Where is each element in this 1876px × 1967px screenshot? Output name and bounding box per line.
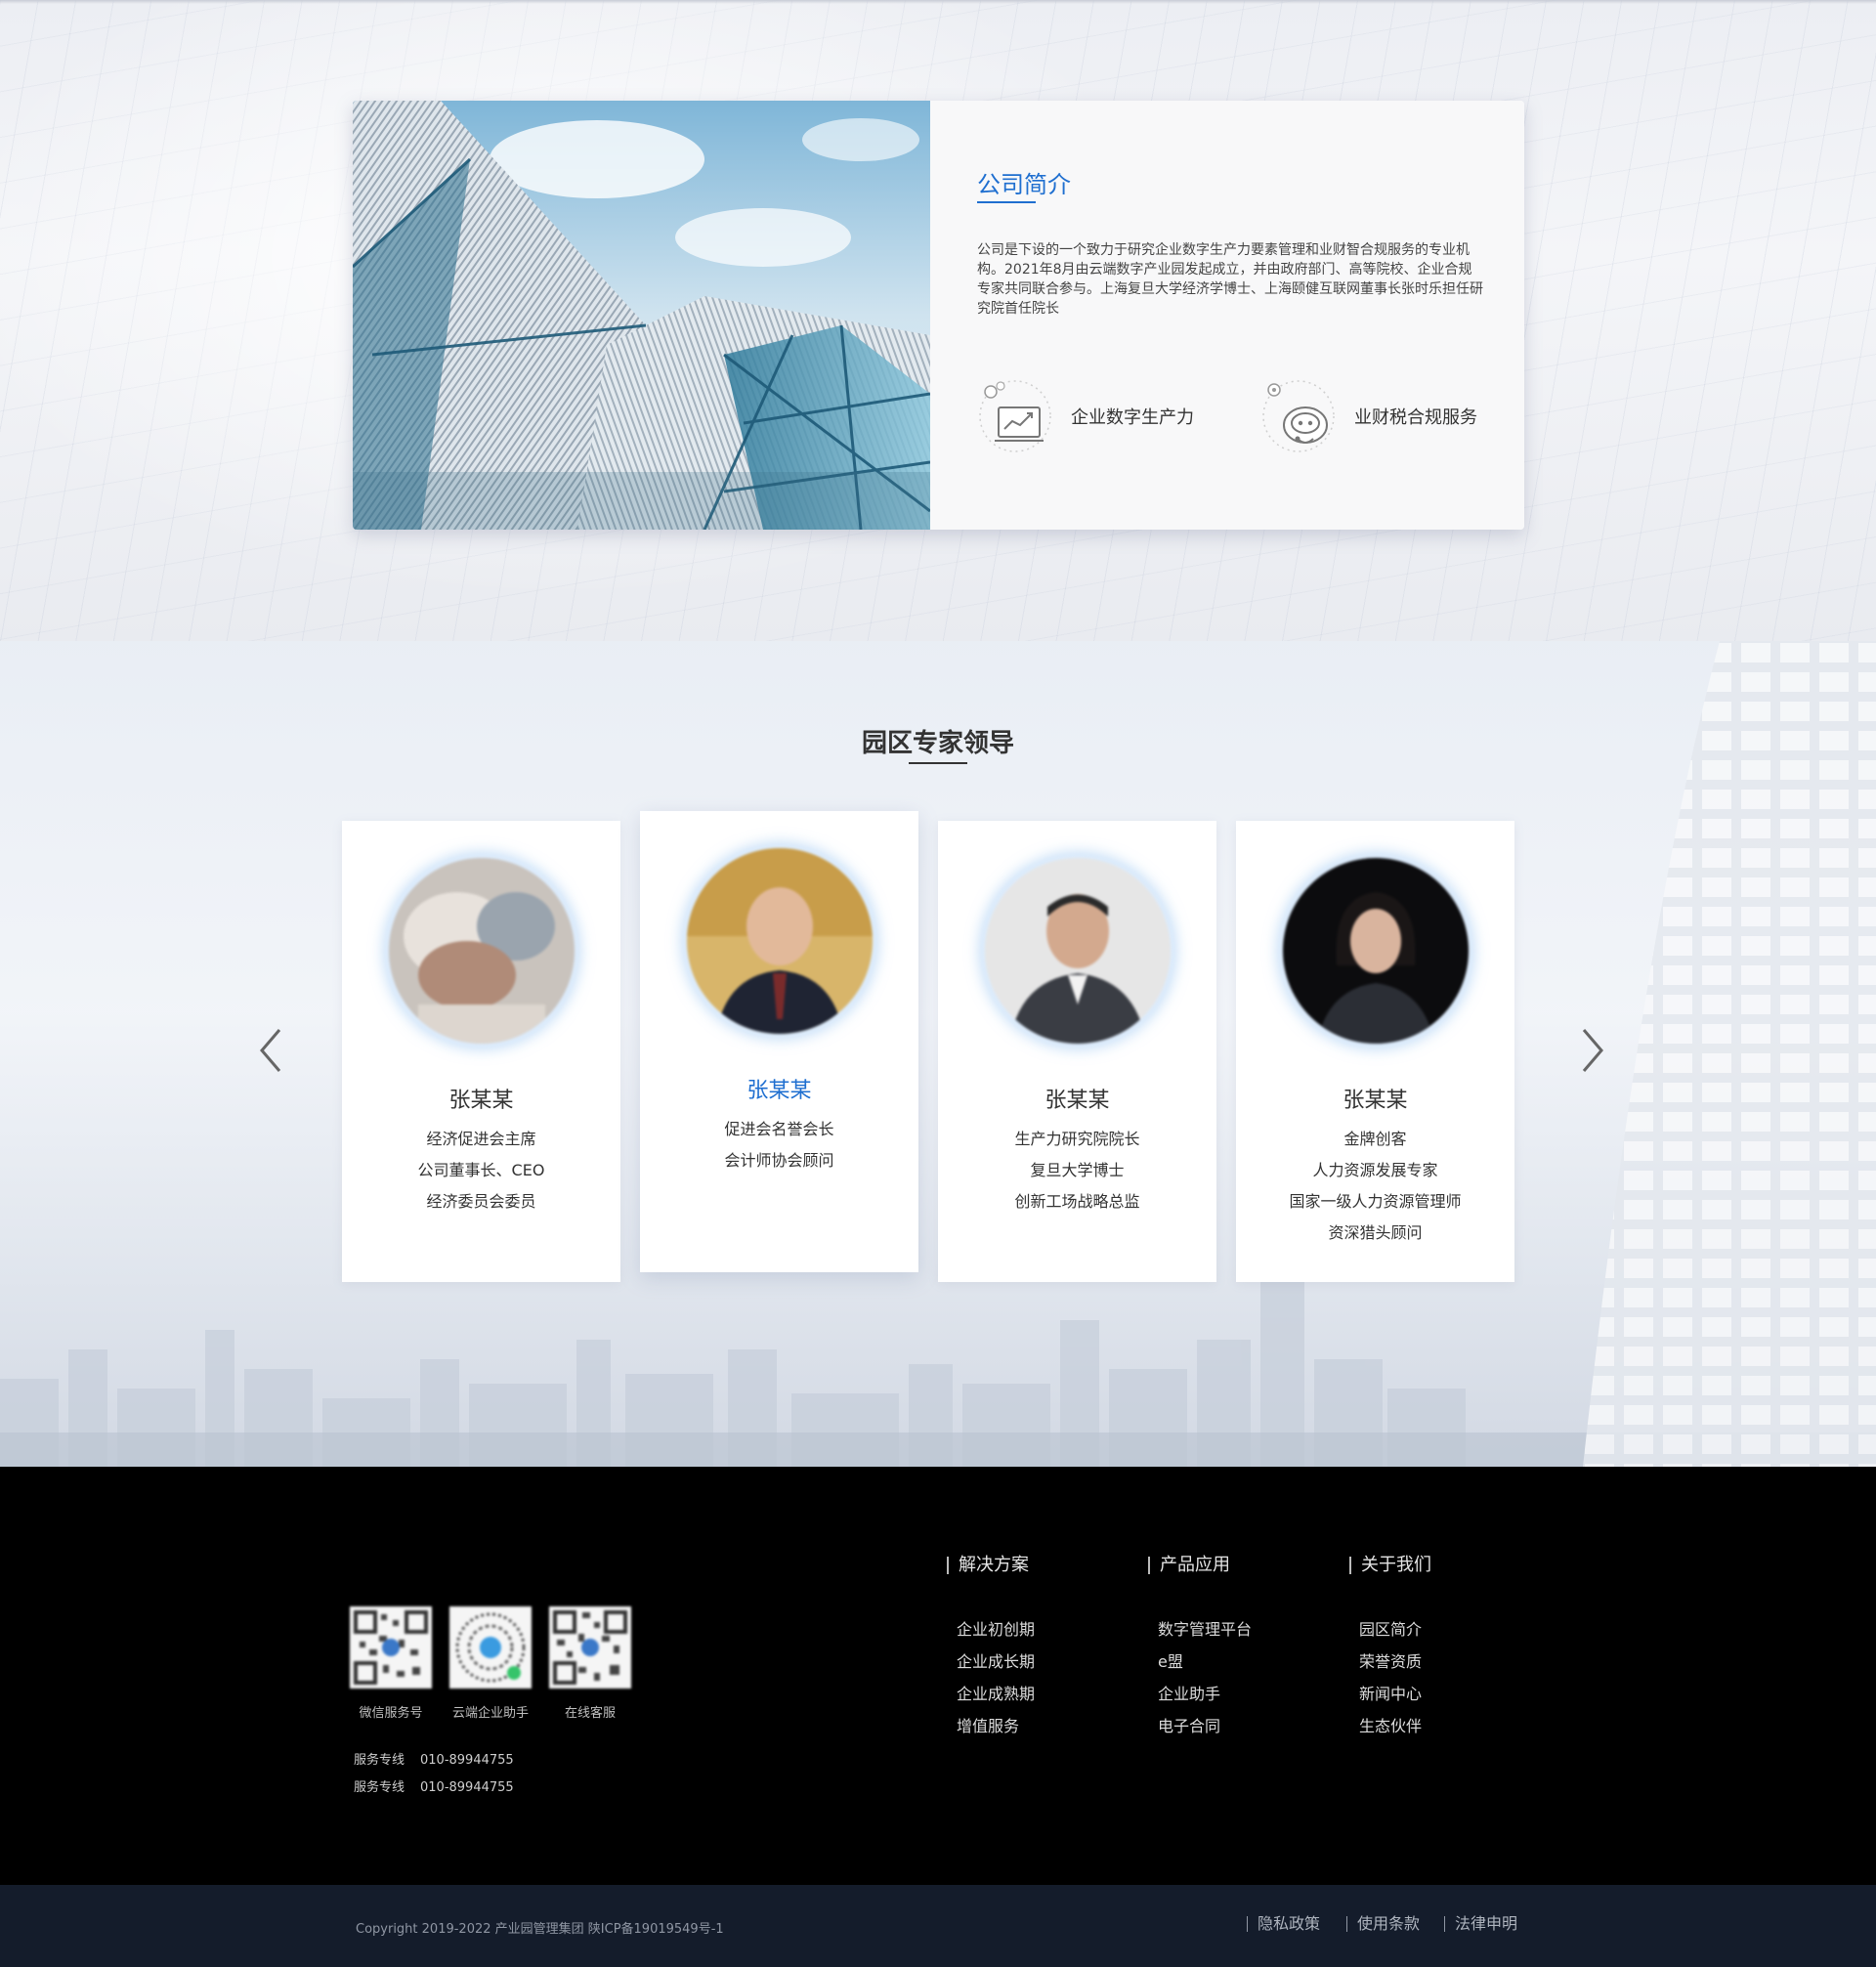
intro-title: 公司简介 (977, 171, 1071, 198)
expert-titles: 促进会名誉会长 会计师协会顾问 (640, 1114, 918, 1176)
experts-title: 园区专家领导 (861, 729, 1014, 758)
legal-notice-link[interactable]: 法律申明 (1444, 1916, 1517, 1932)
footer-link[interactable]: e盟 (1158, 1646, 1324, 1678)
footer-link[interactable]: 数字管理平台 (1158, 1613, 1324, 1646)
qr-label: 在线客服 (564, 1706, 616, 1721)
expert-name: 张某某 (1343, 1089, 1408, 1113)
expert-title-line: 创新工场战略总监 (1014, 1192, 1140, 1211)
company-intro-text: 公司简介 公司是下设的一个致力于研究企业数字生产力要素管理和业财智合规服务的专业… (930, 101, 1524, 530)
company-intro-section: 公司简介 公司是下设的一个致力于研究企业数字生产力要素管理和业财智合规服务的专业… (0, 0, 1876, 641)
expert-titles: 金牌创客 人力资源发展专家 国家一级人力资源管理师 资深猎头顾问 (1236, 1124, 1514, 1249)
footer-column-solutions: 解决方案 企业初创期 企业成长期 企业成熟期 增值服务 (947, 1557, 1123, 1742)
expert-title-line: 促进会名誉会长 (724, 1120, 834, 1138)
carousel-prev-button[interactable] (256, 1026, 285, 1075)
footer-link[interactable]: 企业初创期 (957, 1613, 1123, 1646)
expert-card[interactable]: 张某某 金牌创客 人力资源发展专家 国家一级人力资源管理师 资深猎头顾问 (1236, 821, 1514, 1282)
footer-column-about: 关于我们 园区简介 荣誉资质 新闻中心 生态伙伴 (1349, 1557, 1525, 1742)
footer-link[interactable]: 电子合同 (1158, 1710, 1324, 1742)
service-bot-icon (1260, 378, 1337, 454)
expert-title-line: 公司董事长、CEO (417, 1161, 545, 1179)
hotline-number[interactable]: 010-89944755 (420, 1780, 514, 1795)
expert-name: 张某某 (746, 1079, 812, 1103)
expert-title-line: 人力资源发展专家 (1312, 1161, 1438, 1179)
hotline-number[interactable]: 010-89944755 (420, 1753, 514, 1768)
footer-column-title: 关于我们 (1349, 1557, 1525, 1574)
expert-title-line: 会计师协会顾问 (724, 1151, 834, 1170)
qr-wechat-service[interactable]: 微信服务号 (350, 1606, 432, 1721)
feature-label: 业财税合规服务 (1354, 407, 1477, 428)
service-hotline: 服务专线 010-89944755 (354, 1749, 514, 1768)
expert-titles: 经济促进会主席 公司董事长、CEO 经济委员会委员 (342, 1124, 620, 1218)
site-footer: 微信服务号 云端企业助手 在线客服 服务专线 010-89944755 服务专线… (0, 1467, 1876, 1885)
footer-column-products: 产品应用 数字管理平台 e盟 企业助手 电子合同 (1148, 1557, 1324, 1742)
chevron-left-icon (260, 1029, 281, 1072)
avatar (1282, 858, 1469, 1044)
hotline-label: 服务专线 (354, 1780, 405, 1795)
qr-code-image (449, 1606, 532, 1689)
tower-background (1583, 641, 1876, 1467)
intro-description: 公司是下设的一个致力于研究企业数字生产力要素管理和业财智合规服务的专业机构。20… (977, 242, 1483, 317)
company-intro-card: 公司简介 公司是下设的一个致力于研究企业数字生产力要素管理和业财智合规服务的专业… (353, 101, 1524, 530)
footer-link[interactable]: 园区简介 (1359, 1613, 1525, 1646)
building-photo (353, 101, 930, 530)
expert-card[interactable]: 张某某 促进会名誉会长 会计师协会顾问 (640, 811, 918, 1272)
expert-title-line: 复旦大学博士 (1030, 1161, 1125, 1179)
expert-name: 张某某 (1045, 1089, 1110, 1113)
footer-link[interactable]: 荣誉资质 (1359, 1646, 1525, 1678)
footer-link[interactable]: 生态伙伴 (1359, 1710, 1525, 1742)
title-underline (909, 762, 967, 764)
avatar (686, 848, 873, 1034)
expert-titles: 生产力研究院院长 复旦大学博士 创新工场战略总监 (938, 1124, 1216, 1218)
privacy-policy-link[interactable]: 隐私政策 (1247, 1916, 1320, 1932)
footer-link[interactable]: 企业助手 (1158, 1678, 1324, 1710)
experts-section: 园区专家领导 张某某 经济促进会主席 公司董事长、CEO 经济委员会委员 张某某… (0, 641, 1876, 1467)
expert-name: 张某某 (448, 1089, 514, 1113)
footer-link[interactable]: 企业成长期 (957, 1646, 1123, 1678)
footer-column-title: 产品应用 (1148, 1557, 1324, 1574)
qr-enterprise-assistant[interactable]: 云端企业助手 (449, 1606, 532, 1721)
expert-title-line: 国家一级人力资源管理师 (1289, 1192, 1462, 1211)
hotline-label: 服务专线 (354, 1753, 405, 1768)
expert-title-line: 资深猎头顾问 (1328, 1223, 1423, 1242)
copyright-bar: Copyright 2019-2022 产业园管理集团 陕ICP备1901954… (0, 1885, 1876, 1967)
copyright-text: Copyright 2019-2022 产业园管理集团 陕ICP备1901954… (356, 1922, 724, 1937)
expert-title-line: 生产力研究院院长 (1014, 1130, 1140, 1148)
feature-label: 企业数字生产力 (1071, 407, 1194, 428)
title-underline (977, 201, 1036, 203)
expert-title-line: 经济促进会主席 (426, 1130, 536, 1148)
footer-column-title: 解决方案 (947, 1557, 1123, 1574)
footer-link[interactable]: 增值服务 (957, 1710, 1123, 1742)
carousel-next-button[interactable] (1578, 1026, 1607, 1075)
expert-card[interactable]: 张某某 经济促进会主席 公司董事长、CEO 经济委员会委员 (342, 821, 620, 1282)
feature-compliance-service[interactable]: 业财税合规服务 (1260, 377, 1477, 455)
qr-code-image (350, 1606, 432, 1689)
chart-screen-icon (977, 378, 1053, 454)
qr-online-support[interactable]: 在线客服 (549, 1606, 631, 1721)
service-hotline: 服务专线 010-89944755 (354, 1776, 514, 1795)
expert-title-line: 经济委员会委员 (426, 1192, 536, 1211)
avatar (984, 858, 1171, 1044)
footer-link[interactable]: 企业成熟期 (957, 1678, 1123, 1710)
feature-digital-productivity[interactable]: 企业数字生产力 (977, 377, 1194, 455)
terms-of-use-link[interactable]: 使用条款 (1346, 1916, 1420, 1932)
qr-code-image (549, 1606, 631, 1689)
expert-card[interactable]: 张某某 生产力研究院院长 复旦大学博士 创新工场战略总监 (938, 821, 1216, 1282)
avatar (388, 858, 575, 1044)
expert-title-line: 金牌创客 (1343, 1130, 1407, 1148)
footer-link[interactable]: 新闻中心 (1359, 1678, 1525, 1710)
chevron-right-icon (1582, 1029, 1603, 1072)
